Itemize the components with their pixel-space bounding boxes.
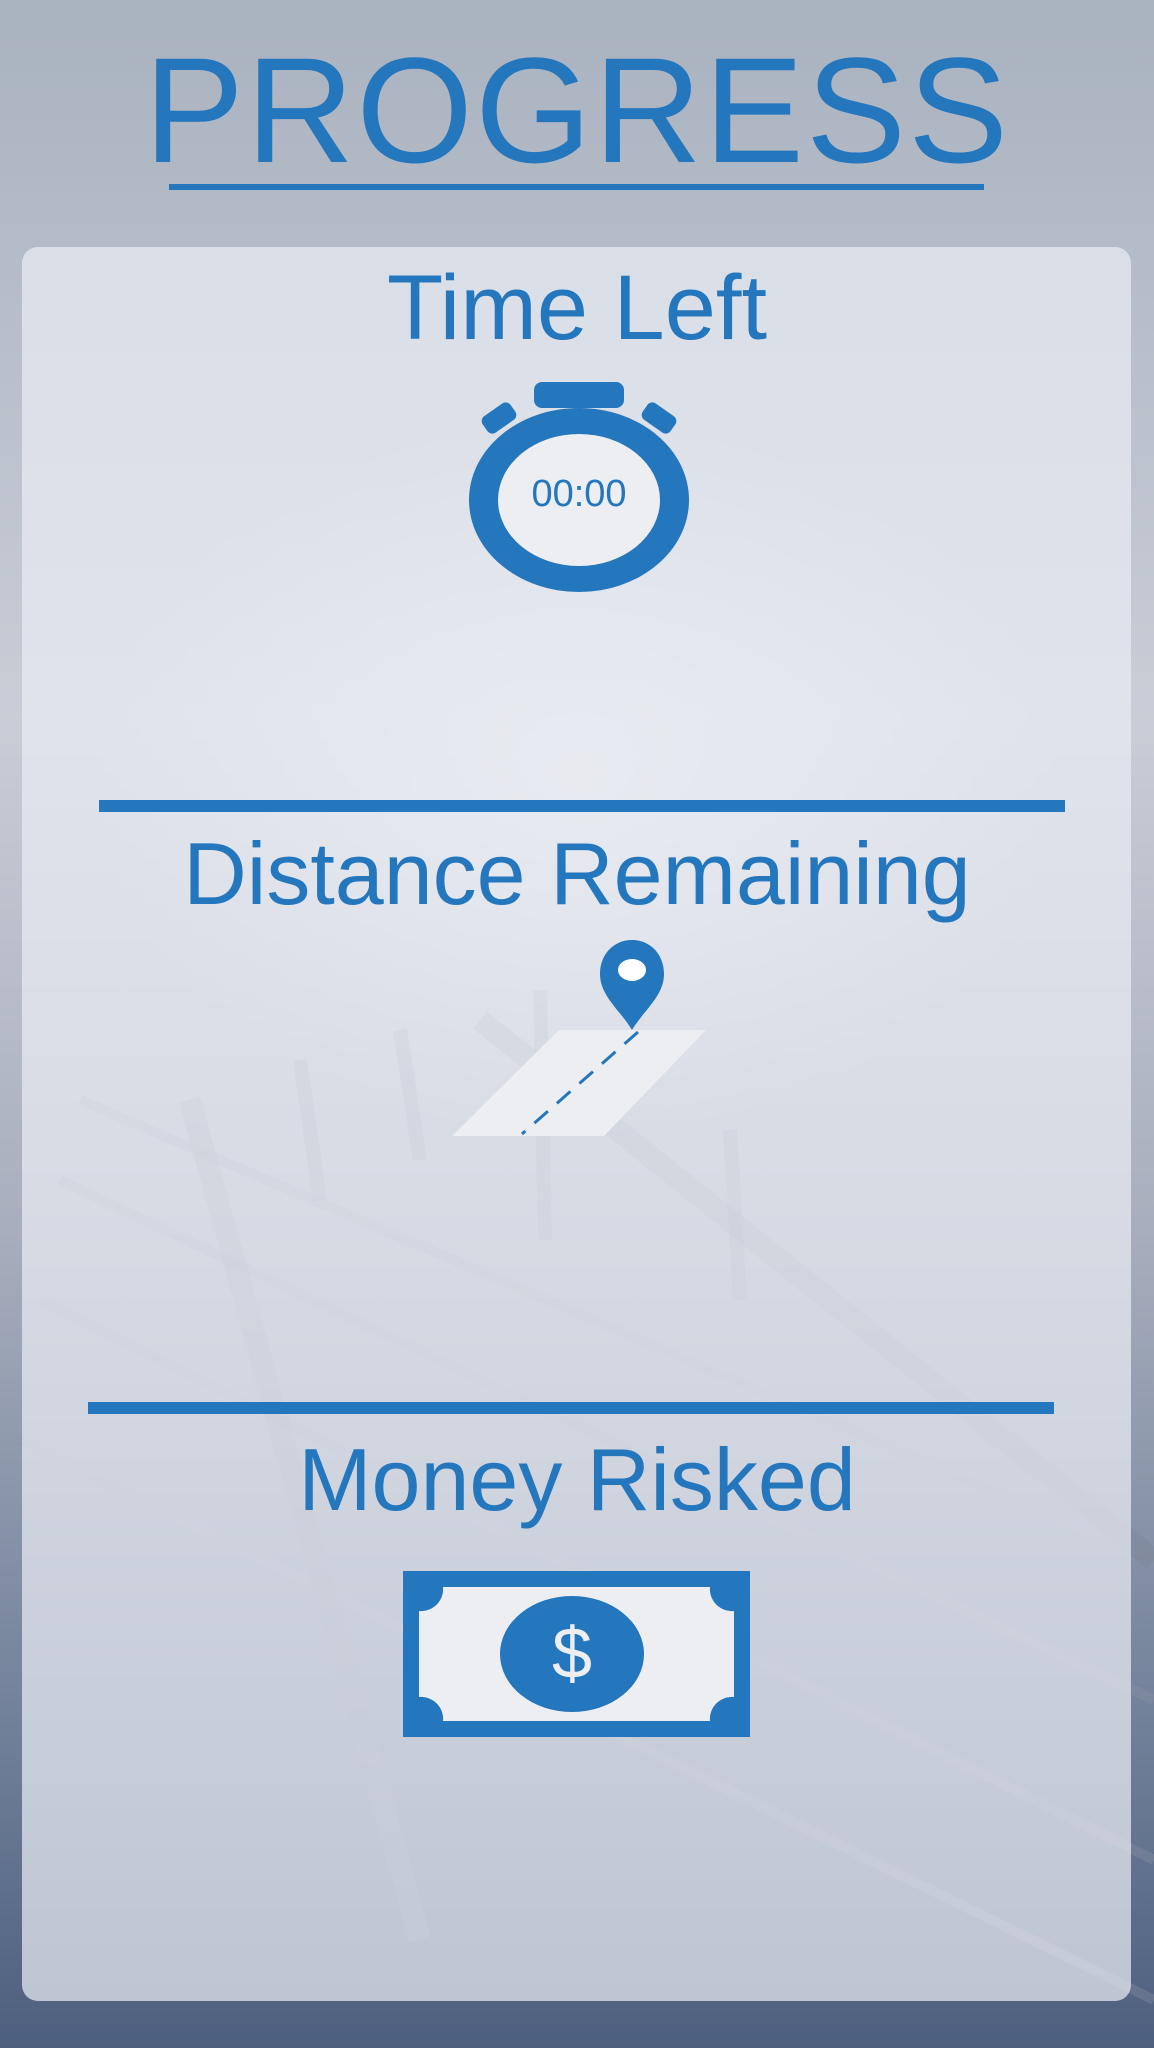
dollar-sign: $ (552, 1614, 592, 1694)
page-title: PROGRESS (143, 26, 1011, 194)
section-divider (88, 1402, 1054, 1414)
title-underline (169, 184, 984, 190)
timer-readout: 00:00 (531, 473, 627, 515)
time-left-heading: Time Left (386, 257, 768, 359)
money-risked-heading: Money Risked (298, 1430, 856, 1529)
section-divider (99, 800, 1065, 812)
dollar-bill-icon: $ (403, 1571, 750, 1737)
map-pin-road-icon (452, 940, 706, 1136)
distance-remaining-heading: Distance Remaining (183, 824, 971, 923)
